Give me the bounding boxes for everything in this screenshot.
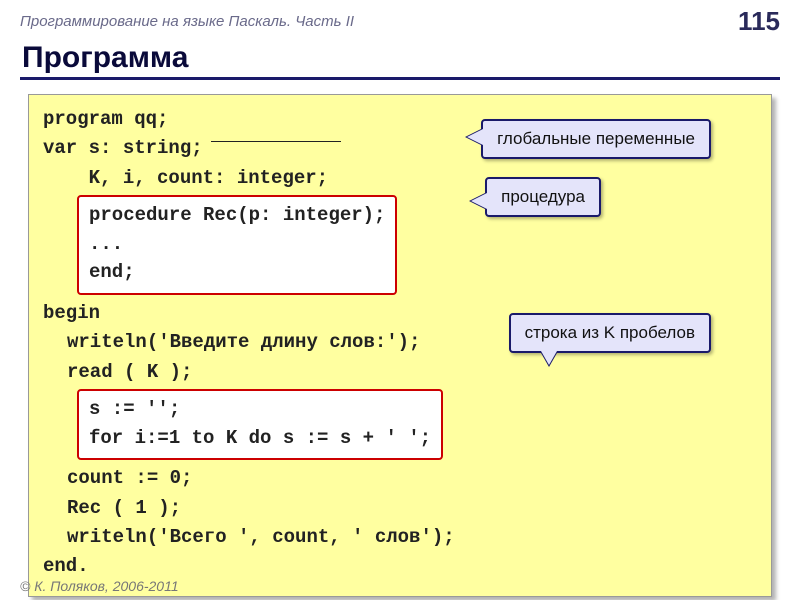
init-box: s := ''; for i:=1 to K do s := s + ' '; (77, 389, 443, 460)
procedure-box: procedure Rec(p: integer); ... end; (77, 195, 397, 295)
code-line: for i:=1 to K do s := s + ' '; (89, 424, 431, 453)
callout-procedure: процедура (485, 177, 601, 217)
page-title: Программа (20, 41, 780, 75)
code-line: K, i, count: integer; (43, 164, 757, 193)
slide-header: Программирование на языке Паскаль. Часть… (0, 0, 800, 41)
callout-global-vars: глобальные переменные (481, 119, 711, 159)
code-line: s := ''; (89, 395, 431, 424)
code-line: ... (89, 230, 385, 259)
code-line: count := 0; (43, 464, 757, 493)
callout-string-spaces: строка из K пробелов (509, 313, 711, 353)
title-bar: Программа (20, 41, 780, 80)
page-number: 115 (738, 6, 780, 37)
code-line: writeln('Всего ', count, ' слов'); (43, 523, 757, 552)
code-line: end; (89, 258, 385, 287)
code-line: procedure Rec(p: integer); (89, 201, 385, 230)
code-line: Rec ( 1 ); (43, 494, 757, 523)
code-line: read ( K ); (43, 358, 757, 387)
code-block: program qq; var s: string; K, i, count: … (28, 94, 772, 597)
copyright-footer: © К. Поляков, 2006-2011 (20, 578, 179, 594)
connector-line (211, 141, 341, 142)
subject-text: Программирование на языке Паскаль. Часть… (20, 13, 354, 30)
